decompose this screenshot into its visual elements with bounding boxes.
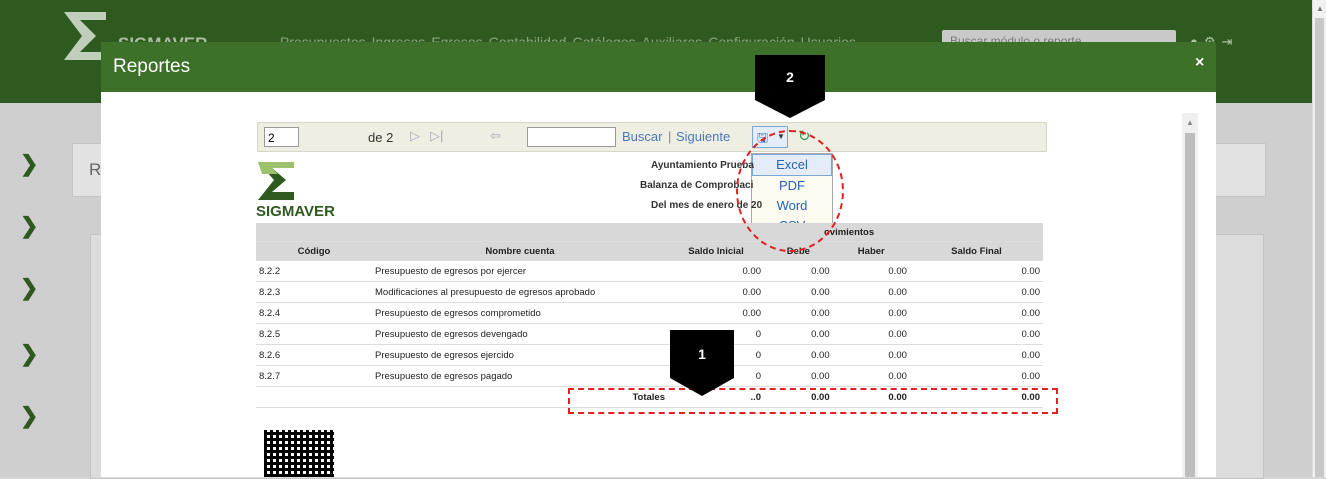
table-row: 8.2.6 Presupuesto de egresos ejercido 0 0.0… (256, 344, 1043, 366)
callout-arrow-2 (755, 100, 825, 118)
col-header: Haber (832, 241, 910, 261)
table-cell: 0.00 (832, 365, 910, 387)
table-cell: 0.00 (909, 302, 1043, 324)
callout-box-totals (568, 388, 1058, 414)
table-cell: 0.00 (764, 344, 833, 366)
callout-arrow-1 (670, 378, 734, 396)
qr-code (264, 430, 334, 477)
table-cell: 0.00 (832, 302, 910, 324)
report-table: ovimientos Código Nombre cuenta Saldo In… (256, 223, 1043, 408)
table-cell: Presupuesto de egresos comprometido (372, 302, 668, 324)
table-cell: 0.00 (909, 281, 1043, 303)
table-cell: 0.00 (832, 260, 910, 282)
col-header: Nombre cuenta (372, 241, 668, 261)
table-cell: 8.2.5 (256, 323, 372, 345)
table-cell: 0.00 (764, 323, 833, 345)
table-cell: 8.2.3 (256, 281, 372, 303)
last-page-icon[interactable]: ▷| (430, 128, 443, 144)
sidebar-chevron-icon[interactable]: ❯ (20, 213, 38, 239)
scrollbar-thumb[interactable] (1315, 18, 1324, 477)
sidebar: ❯ ❯ ❯ ❯ ❯ (0, 103, 60, 477)
modal-title: Reportes (113, 56, 191, 77)
table-cell: 8.2.6 (256, 344, 372, 366)
next-page-icon[interactable]: ▷ (410, 128, 420, 144)
toolbar-separator: | (668, 129, 672, 144)
table-cell: 0.00 (909, 365, 1043, 387)
table-cell: Modificaciones al presupuesto de egresos… (372, 281, 668, 303)
table-cell: 0.00 (668, 260, 764, 282)
col-header: Código (256, 241, 372, 261)
callout-number-2: 2 (755, 55, 825, 100)
table-cell: 0.00 (764, 260, 833, 282)
table-cell: 0.00 (668, 281, 764, 303)
col-header: Saldo Inicial (668, 241, 764, 261)
close-icon[interactable]: × (1195, 54, 1204, 72)
table-cell: 0.00 (909, 344, 1043, 366)
table-row: 8.2.5 Presupuesto de egresos devengado 0 0.… (256, 323, 1043, 345)
table-cell: Presupuesto de egresos pagado (372, 365, 668, 387)
report-brand: SIGMAVER (256, 203, 335, 220)
table-cell: 0.00 (909, 323, 1043, 345)
table-cell: 8.2.2 (256, 260, 372, 282)
section-title: R (89, 160, 102, 179)
table-cell: 8.2.7 (256, 365, 372, 387)
find-link[interactable]: Buscar (622, 129, 662, 144)
sidebar-chevron-icon[interactable]: ❯ (20, 151, 38, 177)
table-cell: 0.00 (832, 323, 910, 345)
report-scrollbar[interactable]: ▲ (1182, 113, 1198, 477)
table-cell: Presupuesto de egresos por ejercer (372, 260, 668, 282)
page-scrollbar[interactable]: ▲ (1312, 0, 1326, 477)
find-next-link[interactable]: Siguiente (676, 129, 730, 144)
table-cell: 0.00 (832, 344, 910, 366)
table-row: 8.2.3 Modificaciones al presupuesto de eg… (256, 281, 1043, 303)
table-cell: 8.2.4 (256, 302, 372, 324)
table-cell: 0.00 (909, 260, 1043, 282)
table-cell: 0.00 (668, 302, 764, 324)
table-row: 8.2.2 Presupuesto de egresos por ejercer 0… (256, 260, 1043, 282)
page-number-input[interactable]: 2 (264, 127, 299, 147)
sidebar-chevron-icon[interactable]: ❯ (20, 341, 38, 367)
table-cell: 0.00 (764, 302, 833, 324)
sidebar-chevron-icon[interactable]: ❯ (20, 275, 38, 301)
table-cell: Presupuesto de egresos ejercido (372, 344, 668, 366)
table-cell: 0.00 (764, 365, 833, 387)
callout-ring-export (736, 130, 844, 252)
table-cell: 0.00 (832, 281, 910, 303)
page-count: de 2 (368, 130, 394, 145)
scroll-up-icon[interactable]: ▲ (1316, 4, 1324, 13)
find-text-input[interactable] (527, 127, 616, 147)
table-row: 8.2.4 Presupuesto de egresos comprometido… (256, 302, 1043, 324)
table-cell: 0.00 (764, 281, 833, 303)
modal-header: Reportes (101, 42, 1216, 92)
col-header: Saldo Final (909, 241, 1043, 261)
sidebar-chevron-icon[interactable]: ❯ (20, 403, 38, 429)
report-logo-icon (258, 162, 294, 200)
callout-number-1: 1 (670, 330, 734, 378)
table-cell: Presupuesto de egresos devengado (372, 323, 668, 345)
scroll-up-icon[interactable]: ▲ (1186, 118, 1194, 127)
back-icon[interactable]: ⇦ (490, 128, 501, 144)
scrollbar-thumb[interactable] (1185, 133, 1195, 477)
table-row: 8.2.7 Presupuesto de egresos pagado 0 0.00 0… (256, 365, 1043, 387)
logout-icon[interactable]: ⇥ (1222, 34, 1233, 50)
